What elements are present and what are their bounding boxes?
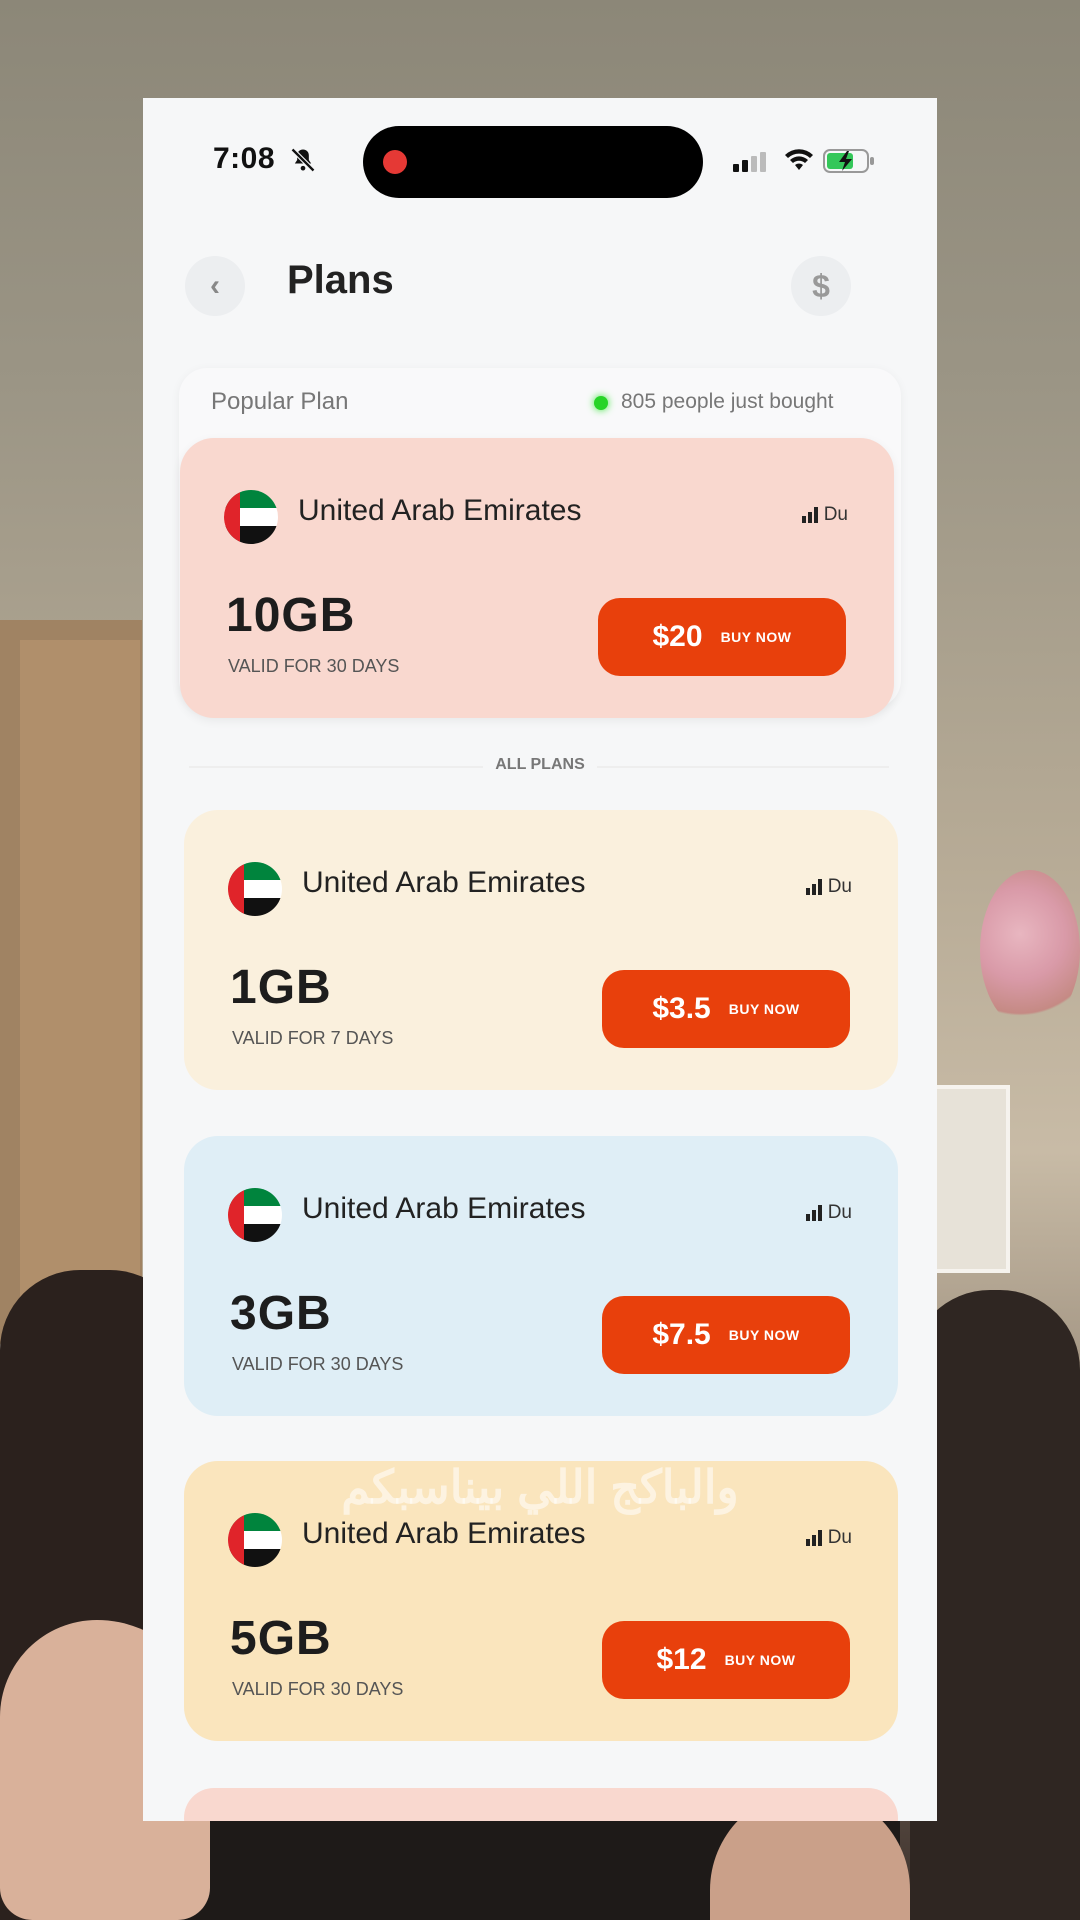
plan-data-amount: 1GB [230,961,332,1014]
plan-card-3gb[interactable]: United Arab Emirates Du 3GB VALID FOR 30… [184,1136,898,1416]
carrier-name: Du [827,1202,852,1223]
page-title: Plans [287,258,394,302]
plan-data-amount: 3GB [230,1287,332,1340]
plan-price: $12 [656,1643,707,1676]
signal-bars-icon [801,507,818,523]
dollar-icon: $ [812,267,830,304]
buy-now-label: BUY NOW [728,1001,800,1017]
uae-flag-icon [228,1188,282,1242]
cellular-signal-icon [733,152,766,172]
buy-now-label: BUY NOW [724,1652,796,1668]
buy-now-button[interactable]: $20 BUY NOW [598,598,846,676]
plan-country: United Arab Emirates [302,1192,586,1225]
plan-data-amount: 10GB [226,589,356,642]
uae-flag-icon [228,1513,282,1567]
all-plans-label: ALL PLANS [483,756,597,773]
plan-carrier: Du [805,1202,852,1224]
plan-card-10gb[interactable]: United Arab Emirates Du 10GB VALID FOR 3… [180,438,894,718]
page-header: ‹ Plans $ [143,228,937,338]
plan-price: $20 [652,620,703,653]
plan-country: United Arab Emirates [302,866,586,899]
wifi-icon [785,149,813,170]
plan-validity: VALID FOR 30 DAYS [232,1354,404,1374]
uae-flag-icon [224,490,278,544]
carrier-name: Du [827,876,852,897]
signal-bars-icon [805,1205,822,1221]
plan-validity: VALID FOR 30 DAYS [232,1679,404,1699]
buy-now-label: BUY NOW [720,629,792,645]
buy-now-label: BUY NOW [728,1327,800,1343]
live-indicator-icon [594,396,608,410]
bell-muted-icon [290,147,316,173]
plan-carrier: Du [801,504,848,526]
plan-validity: VALID FOR 30 DAYS [228,656,400,676]
plan-price: $3.5 [652,992,711,1025]
buy-now-button[interactable]: $3.5 BUY NOW [602,970,850,1048]
status-time: 7:08 [213,142,276,175]
battery-charging-icon [823,149,874,173]
dynamic-island [363,126,703,198]
plan-carrier: Du [805,1527,852,1549]
signal-bars-icon [805,879,822,895]
currency-button[interactable]: $ [791,256,851,316]
buy-now-button[interactable]: $12 BUY NOW [602,1621,850,1699]
video-subtitle: والباكج اللي بيناسبكم [341,1461,739,1513]
plan-card-1gb[interactable]: United Arab Emirates Du 1GB VALID FOR 7 … [184,810,898,1090]
background-flowers [980,870,1080,1030]
status-bar: 7:08 [143,98,937,228]
carrier-name: Du [827,1527,852,1548]
phone-screen: 7:08 ‹ Plans $ Popular Plan 805 people j… [143,98,937,1821]
all-plans-divider: ALL PLANS [143,756,937,774]
carrier-name: Du [823,504,848,525]
plan-country: United Arab Emirates [298,494,582,527]
signal-bars-icon [805,1530,822,1546]
plan-validity: VALID FOR 7 DAYS [232,1028,394,1048]
plan-card-partial[interactable] [184,1788,898,1821]
plan-country: United Arab Emirates [302,1517,586,1550]
chevron-left-icon: ‹ [210,269,220,302]
plan-data-amount: 5GB [230,1612,332,1665]
buy-now-button[interactable]: $7.5 BUY NOW [602,1296,850,1374]
popular-plan-label: Popular Plan [211,388,349,415]
uae-flag-icon [228,862,282,916]
recent-purchases-text: 805 people just bought [621,390,834,413]
recording-indicator-icon [383,150,407,174]
plan-carrier: Du [805,876,852,898]
back-button[interactable]: ‹ [185,256,245,316]
plan-price: $7.5 [652,1318,711,1351]
